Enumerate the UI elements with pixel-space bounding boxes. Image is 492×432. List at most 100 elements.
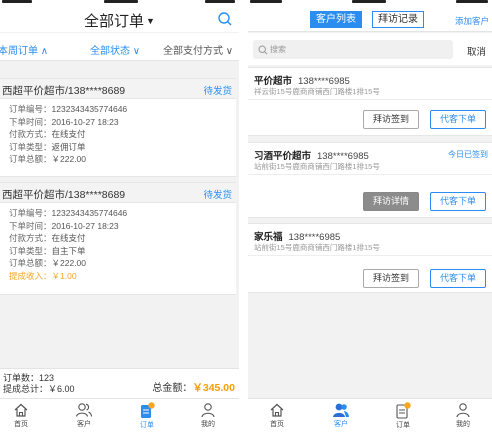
tab-customers-label: 客户 xyxy=(77,421,91,428)
signed-in-badge: 今日已签到 xyxy=(448,150,488,159)
order-store: 西超平价超市/138****8689 xyxy=(2,189,126,201)
order-payment: 付款方式：在线支付 xyxy=(9,129,86,140)
order-payment: 付款方式：在线支付 xyxy=(9,233,86,244)
customer-address: 站前街15号鹿商商铺西门路楼1排15号 xyxy=(254,243,380,252)
home-icon xyxy=(270,403,284,417)
search-placeholder: 搜索 xyxy=(270,45,286,54)
order-store: 西超平价超市/138****8689 xyxy=(2,85,126,97)
status-signal xyxy=(250,0,282,3)
customer-icon xyxy=(75,403,93,417)
orders-title-dropdown[interactable]: 全部订单 ▼ xyxy=(0,10,239,31)
customer-icon xyxy=(333,403,349,417)
page-title: 全部订单 xyxy=(84,13,145,30)
search-icon[interactable] xyxy=(217,11,233,27)
order-count: 订单数：123 xyxy=(3,373,55,383)
order-icon xyxy=(141,402,155,418)
customers-screen: 客户列表 拜访记录 添加客户 搜索 取消 平价超市 138****6985 祥云街… xyxy=(248,0,492,432)
customers-header: 客户列表 拜访记录 添加客户 xyxy=(248,6,492,32)
tab-home[interactable]: 首页 xyxy=(262,402,292,429)
customer-name: 平价超市 138****6985 xyxy=(254,76,350,87)
tab-mine-label: 我的 xyxy=(201,421,215,428)
home-icon xyxy=(14,403,28,417)
segment-visit-records[interactable]: 拜访记录 xyxy=(372,11,424,28)
order-type: 订单类型：自主下单 xyxy=(9,245,86,256)
order-icon xyxy=(396,402,411,419)
divider xyxy=(248,255,492,256)
order-number: 订单编号：1232343435774646 xyxy=(9,208,128,218)
tab-home-label: 首页 xyxy=(270,421,284,428)
order-for-customer-button[interactable]: 代客下单 xyxy=(430,269,486,288)
order-type: 订单类型：返佣订单 xyxy=(9,141,86,152)
customer-card[interactable]: 习酒平价超市 138****6985 今日已签到 站前街15号鹿商商铺西门路楼1排… xyxy=(248,142,492,218)
status-battery xyxy=(456,0,488,3)
customer-address: 祥云街15号鹿商商铺西门路楼1排15号 xyxy=(254,87,380,96)
tab-customers[interactable]: 客户 xyxy=(69,402,99,429)
filter-payment[interactable]: 全部支付方式 ∨ xyxy=(163,42,233,57)
customer-name: 习酒平价超市 138****6985 xyxy=(254,151,369,162)
order-time: 下单时间：2016-10-27 18:23 xyxy=(9,220,119,231)
segment-customer-list[interactable]: 客户列表 xyxy=(310,11,362,28)
status-time xyxy=(104,0,138,3)
search-input[interactable]: 搜索 xyxy=(253,40,453,59)
tab-orders-label: 订单 xyxy=(396,422,410,429)
tab-orders-label: 订单 xyxy=(140,422,154,429)
customer-card[interactable]: 家乐福 138****6985 站前街15号鹿商商铺西门路楼1排15号 拜访签到 … xyxy=(248,223,492,293)
chevron-down-icon: ∨ xyxy=(225,46,234,57)
order-for-customer-button[interactable]: 代客下单 xyxy=(430,110,486,129)
order-total: 订单总额：￥222.00 xyxy=(9,154,87,165)
search-row: 搜索 取消 xyxy=(248,33,492,65)
customer-address: 站前街15号鹿商商铺西门路楼1排15号 xyxy=(254,162,380,171)
filter-bar: 本周订单 ∧ 全部状态 ∨ 全部支付方式 ∨ xyxy=(0,33,239,61)
order-details: 订单编号：1232343435774646 下单时间：2016-10-27 18… xyxy=(0,99,236,166)
filter-period[interactable]: 本周订单 ∧ xyxy=(0,42,48,57)
order-status: 待发货 xyxy=(203,190,232,201)
caret-down-icon: ▼ xyxy=(146,16,155,26)
visit-detail-button[interactable]: 拜访详情 xyxy=(363,192,419,211)
cancel-button[interactable]: 取消 xyxy=(467,44,486,58)
filter-state-label: 全部状态 xyxy=(90,46,130,57)
filter-period-label: 本周订单 xyxy=(0,46,38,57)
order-commission: 提成收入：￥1.00 xyxy=(9,270,77,281)
tab-mine[interactable]: 我的 xyxy=(193,402,223,429)
tab-home-label: 首页 xyxy=(14,421,28,428)
order-header: 西超平价超市/138****8689 待发货 xyxy=(0,183,236,203)
status-battery xyxy=(205,0,235,3)
total-value: ￥345.00 xyxy=(192,382,235,394)
filter-payment-label: 全部支付方式 xyxy=(163,46,223,57)
filter-state[interactable]: 全部状态 ∨ xyxy=(90,42,140,57)
chevron-down-icon: ∨ xyxy=(132,46,141,57)
profile-icon xyxy=(456,403,470,418)
tab-customers-label: 客户 xyxy=(334,421,348,428)
order-status: 待发货 xyxy=(203,86,232,97)
orders-header: 全部订单 ▼ xyxy=(0,6,239,32)
chevron-up-icon: ∧ xyxy=(40,46,49,57)
visit-checkin-button[interactable]: 拜访签到 xyxy=(363,269,419,288)
order-header: 西超平价超市/138****8689 待发货 xyxy=(0,79,236,99)
total-amount: 总金额：￥345.00 xyxy=(152,379,235,395)
customer-card[interactable]: 平价超市 138****6985 祥云街15号鹿商商铺西门路楼1排15号 拜访签到… xyxy=(248,67,492,136)
tab-orders[interactable]: 订单 xyxy=(132,402,162,430)
add-customer-button[interactable]: 添加客户 xyxy=(455,15,489,27)
bottom-tab-bar: 首页 客户 订单 我的 xyxy=(248,398,492,432)
order-number: 订单编号：1232343435774646 xyxy=(9,104,128,114)
order-details: 订单编号：1232343435774646 下单时间：2016-10-27 18… xyxy=(0,203,236,283)
orders-screen: 全部订单 ▼ 本周订单 ∧ 全部状态 ∨ 全部支付方式 ∨ 西超平价超市/138*… xyxy=(0,0,239,432)
tab-customers[interactable]: 客户 xyxy=(326,402,356,429)
tab-home[interactable]: 首页 xyxy=(6,402,36,429)
tab-orders[interactable]: 订单 xyxy=(388,402,418,430)
divider xyxy=(248,174,492,175)
tab-mine[interactable]: 我的 xyxy=(448,402,478,429)
order-total: 订单总额：￥222.00 xyxy=(9,258,87,269)
order-time: 下单时间：2016-10-27 18:23 xyxy=(9,116,119,127)
order-summary: 订单数：123 提成总计：￥6.00 总金额：￥345.00 xyxy=(0,368,239,398)
divider xyxy=(248,99,492,100)
profile-icon xyxy=(201,403,215,418)
order-for-customer-button[interactable]: 代客下单 xyxy=(430,192,486,211)
status-time xyxy=(352,0,386,3)
order-card[interactable]: 西超平价超市/138****8689 待发货 订单编号：123234343577… xyxy=(0,78,236,177)
bottom-tab-bar: 首页 客户 订单 我的 xyxy=(0,398,239,432)
total-label: 总金额： xyxy=(152,383,193,394)
status-signal xyxy=(2,0,32,3)
order-card[interactable]: 西超平价超市/138****8689 待发货 订单编号：123234343577… xyxy=(0,182,236,295)
visit-checkin-button[interactable]: 拜访签到 xyxy=(363,110,419,129)
